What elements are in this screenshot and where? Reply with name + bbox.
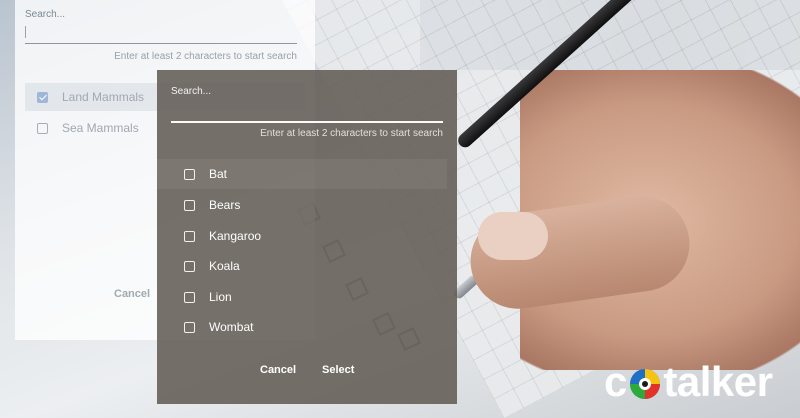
checkbox-icon[interactable] xyxy=(184,230,195,242)
brand-suffix: talker xyxy=(663,358,773,405)
option-label: Wombat xyxy=(209,320,254,334)
brand-prefix: c xyxy=(604,358,628,405)
cancel-button[interactable]: Cancel xyxy=(114,288,150,300)
checkbox-icon[interactable] xyxy=(184,199,195,211)
option-bat[interactable]: Bat xyxy=(157,159,447,189)
animal-select-dialog: Search... Enter at least 2 characters to… xyxy=(157,70,457,404)
option-label: Bears xyxy=(209,198,241,212)
option-label: Bat xyxy=(209,167,228,181)
option-kangaroo[interactable]: Kangaroo xyxy=(157,221,447,251)
fingernail xyxy=(478,212,548,260)
search-hint: Enter at least 2 characters to start sea… xyxy=(260,128,443,139)
option-koala[interactable]: Koala xyxy=(157,251,447,281)
cancel-button[interactable]: Cancel xyxy=(260,364,296,376)
select-button[interactable]: Select xyxy=(322,364,354,376)
checkbox-icon[interactable] xyxy=(184,291,195,303)
option-lion[interactable]: Lion xyxy=(157,282,447,312)
option-label: Koala xyxy=(209,259,240,273)
checkbox-icon[interactable] xyxy=(37,122,48,134)
checkbox-icon[interactable] xyxy=(184,321,195,333)
option-label: Lion xyxy=(209,290,232,304)
option-label: Land Mammals xyxy=(62,90,145,104)
checkbox-checked-icon[interactable] xyxy=(37,91,48,103)
search-underline xyxy=(25,43,297,44)
option-label: Sea Mammals xyxy=(62,121,139,135)
option-wombat[interactable]: Wombat xyxy=(157,312,447,342)
checkbox-icon[interactable] xyxy=(184,260,195,272)
search-input[interactable] xyxy=(25,26,26,38)
search-hint: Enter at least 2 characters to start sea… xyxy=(114,51,297,62)
search-underline xyxy=(171,121,443,123)
option-label: Kangaroo xyxy=(209,229,262,243)
cotalker-o-logo-icon xyxy=(630,369,661,399)
option-bears[interactable]: Bears xyxy=(157,190,447,220)
cotalker-logo: c talker xyxy=(604,358,773,406)
checkbox-icon[interactable] xyxy=(184,168,195,180)
search-label: Search... xyxy=(25,9,66,20)
search-input[interactable]: Search... xyxy=(171,86,211,97)
